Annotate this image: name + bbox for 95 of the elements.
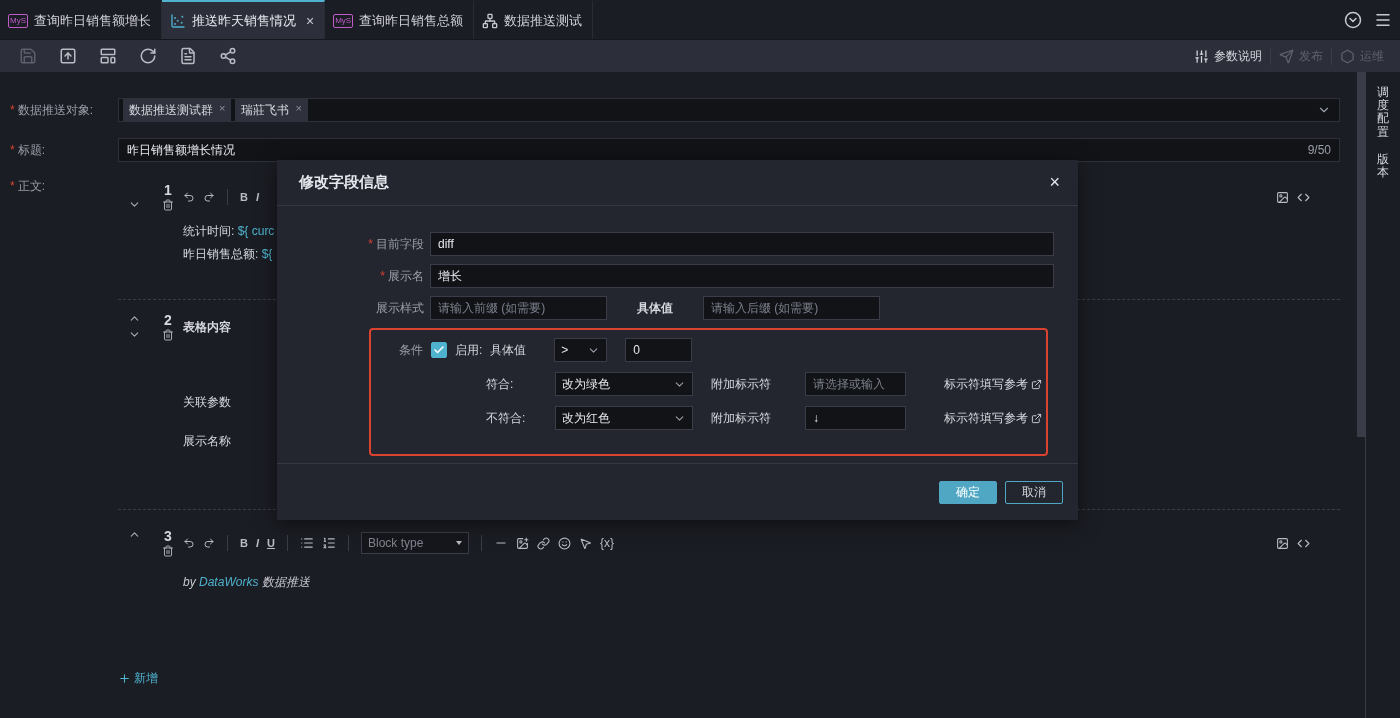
table-label: 关联参数 [183,394,231,411]
footer-text: by DataWorks 数据推送 [183,574,310,591]
field-label: 不符合: [486,409,527,427]
delete-icon[interactable] [162,199,174,211]
recipients-field[interactable]: 数据推送测试群 × 瑞莊飞书 × [118,98,1340,122]
editor-tab[interactable]: MyS 查询昨日销售总额 [325,0,475,39]
toolbar-action[interactable]: 参数说明 [1186,47,1270,65]
tab-label: 查询昨日销售额增长 [34,11,151,30]
remove-button[interactable]: × [295,101,302,119]
pointer-icon[interactable] [578,536,592,550]
add-button[interactable]: 新增 [118,670,158,687]
editor-tab[interactable]: 数据推送测试 [474,0,594,39]
database-badge: MyS [8,13,28,28]
image-icon[interactable] [1276,190,1289,204]
remove-button[interactable]: × [219,101,226,119]
close-button[interactable]: × [306,12,315,29]
close-button[interactable]: × [1049,172,1060,193]
hierarchy-icon [482,12,499,29]
field-label: * 标题: [10,141,46,159]
text-field[interactable]: 增长 [430,264,1054,288]
image-icon[interactable] [1276,536,1289,550]
marker-field[interactable]: 请选择或输入 [805,372,906,396]
field-label: 符合: [486,375,515,393]
side-tab[interactable]: 版本 [1377,152,1389,180]
text-line: 统计时间: ${ curc [183,223,275,240]
sliders-icon [1194,48,1209,64]
link[interactable]: DataWorks [199,575,259,589]
checkbox-label: 启用: [455,341,483,359]
side-tab[interactable]: 调度配置 [1377,86,1389,139]
cancel-button[interactable]: 取消 [1005,480,1063,504]
image-icon[interactable] [515,536,529,550]
char-counter: 9/50 [1307,143,1331,157]
delete-icon[interactable] [162,545,174,557]
block-number: 2 [163,312,173,328]
text-line: 昨日销售总额: ${ [183,246,273,263]
field-label: * 展示名 [379,267,424,285]
block-number: 3 [163,528,173,544]
value-label: 具体值 [636,299,674,317]
field-label: 附加标示符 [711,409,772,427]
field-label: * 数据推送对象: [10,101,94,119]
tab-label: 推送昨天销售情况 [192,11,296,30]
suffix-field[interactable]: 请输入后缀 (如需要) [703,296,880,320]
threshold-field[interactable]: 0 [625,338,693,362]
table-title: 表格内容 [183,319,231,336]
bullet-list-icon[interactable] [299,536,314,550]
reference-link[interactable]: 标示符填写参考 [944,409,1042,427]
format-button[interactable]: B [240,191,248,203]
numbered-list-icon[interactable] [321,536,336,550]
field-label: 展示样式 [375,299,424,317]
redo-icon[interactable] [203,537,215,549]
table-label: 展示名称 [183,433,231,450]
tab-label: 查询昨日销售总额 [359,11,464,30]
external-link-icon [1031,378,1042,390]
field-label: 条件 [398,341,423,359]
dialog-title: 修改字段信息 [299,173,389,192]
plus-icon [118,672,131,685]
undo-icon[interactable] [183,191,195,203]
undo-icon[interactable] [183,537,195,549]
operator-select[interactable]: > [554,338,608,362]
variable-button[interactable]: {x} [599,536,614,550]
database-badge: MyS [333,13,354,28]
external-link-icon [1031,412,1042,424]
chart-icon [170,12,186,29]
text-field[interactable]: diff [430,232,1054,256]
check-icon [433,344,445,356]
recipient-tag: 数据推送测试群 × [123,98,232,122]
recipient-tag: 瑞莊飞书 × [235,98,308,122]
block-number: 1 [163,182,173,198]
tab-label: 数据推送测试 [504,11,583,30]
field-label: * 目前字段 [367,235,424,253]
format-button[interactable]: U [267,537,275,549]
enable-checkbox[interactable] [431,342,447,358]
format-button[interactable]: I [255,537,259,549]
dropdown-icon[interactable] [1344,10,1362,29]
hexagon-icon [1340,48,1355,64]
link-icon[interactable] [536,536,550,550]
format-button[interactable]: B [240,537,248,549]
reference-link[interactable]: 标示符填写参考 [944,375,1042,393]
delete-icon[interactable] [162,329,174,341]
send-icon [1279,48,1294,64]
value-label: 具体值 [490,341,528,359]
field-value: 昨日销售额增长情况 [127,141,235,159]
editor-tab[interactable]: 推送昨天销售情况 × [162,0,326,39]
redo-icon[interactable] [203,191,215,203]
emoji-icon[interactable] [557,536,571,550]
action-select[interactable]: 改为红色 [555,406,693,430]
field-label: * 正文: [10,178,46,195]
block-type-select[interactable]: Block type [360,532,469,554]
prefix-field[interactable]: 请输入前缀 (如需要) [430,296,607,320]
format-button[interactable]: I [255,191,259,203]
scrollbar-thumb[interactable] [1357,72,1365,437]
marker-field[interactable]: ↓ [805,406,906,430]
action-select[interactable]: 改为绿色 [555,372,693,396]
title-field[interactable]: 昨日销售额增长情况 9/50 [118,138,1340,162]
field-label: 附加标示符 [711,375,772,393]
